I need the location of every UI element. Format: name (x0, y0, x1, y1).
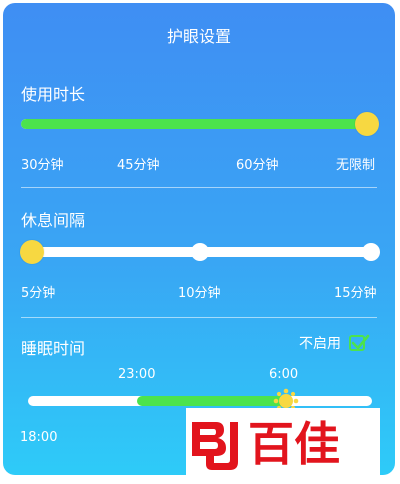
section-divider (21, 317, 377, 318)
sleep-end-time: 6:00 (269, 367, 299, 382)
usage-tick-60[interactable]: 60分钟 (236, 154, 279, 173)
panel-title: 护眼设置 (166, 27, 231, 46)
rest-interval-stop-10[interactable] (191, 243, 209, 261)
brand-logo-icon: 百佳 (186, 408, 380, 476)
rest-tick-10[interactable]: 10分钟 (178, 282, 221, 301)
usage-tick-30[interactable]: 30分钟 (21, 154, 64, 173)
rest-tick-5[interactable]: 5分钟 (21, 282, 55, 301)
sleep-time-label: 睡眠时间 (21, 339, 86, 358)
rest-interval-stop-15[interactable] (362, 243, 380, 261)
moon-icon[interactable] (125, 389, 149, 413)
usage-duration-knob[interactable] (355, 112, 379, 136)
watermark: 百佳 (186, 408, 380, 476)
usage-duration-label: 使用时长 (21, 85, 86, 104)
usage-duration-fill (21, 119, 369, 129)
eye-care-settings-panel: 护眼设置 使用时长 30分钟 45分钟 60分钟 无限制 休息间隔 5分钟 10… (3, 3, 395, 475)
sleep-disable-label: 不启用 (299, 336, 341, 352)
sleep-axis-start: 18:00 (20, 430, 58, 445)
sleep-time-range-fill (137, 396, 287, 406)
sleep-disable-toggle[interactable]: 不启用 (299, 333, 370, 353)
rest-interval-label: 休息间隔 (21, 211, 86, 230)
usage-tick-unlimited[interactable]: 无限制 (336, 154, 375, 173)
sleep-start-time: 23:00 (118, 367, 156, 382)
usage-tick-45[interactable]: 45分钟 (117, 154, 160, 173)
checkbox-checked-icon[interactable] (349, 334, 370, 351)
svg-text:百佳: 百佳 (248, 417, 340, 471)
section-divider (21, 187, 377, 188)
rest-interval-knob[interactable] (20, 240, 44, 264)
rest-tick-15[interactable]: 15分钟 (334, 282, 377, 301)
